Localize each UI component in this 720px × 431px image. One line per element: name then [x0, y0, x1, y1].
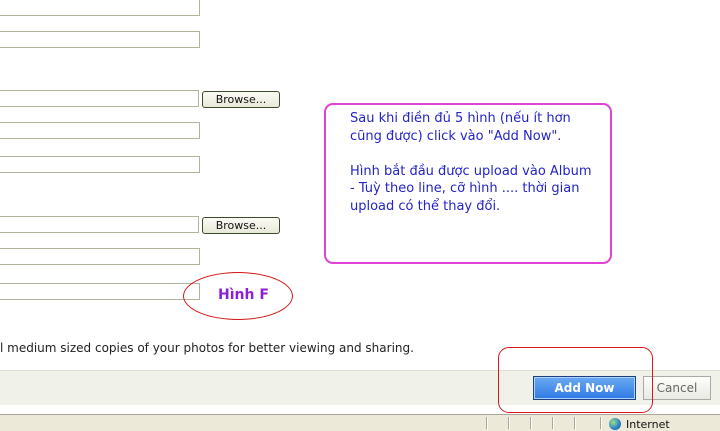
caption-field-2[interactable]: [0, 31, 200, 48]
instruction-callout: Sau khi điền đủ 5 hình (nếu ít hơn cũng …: [324, 103, 612, 264]
file-path-field-2[interactable]: [0, 216, 199, 233]
caption-field-3[interactable]: [0, 122, 200, 139]
globe-icon: [609, 418, 621, 430]
security-zone-label: Internet: [626, 418, 670, 431]
browse-button-2[interactable]: Browse...: [202, 217, 280, 234]
callout-paragraph-2: Hình bắt đầu được upload vào Album - Tuỳ…: [350, 163, 592, 214]
caption-field-5[interactable]: [0, 248, 200, 265]
annotation-label: Hình F: [218, 287, 269, 303]
browse-button-1[interactable]: Browse...: [202, 91, 280, 108]
callout-paragraph-1: Sau khi điền đủ 5 hình (nếu ít hơn cũng …: [350, 111, 571, 144]
file-path-field-1[interactable]: [0, 90, 199, 107]
caption-field-4[interactable]: [0, 156, 200, 173]
resize-note: l medium sized copies of your photos for…: [0, 341, 414, 355]
caption-field-1[interactable]: [0, 0, 200, 16]
annotation-highlight: [498, 347, 653, 413]
cancel-button[interactable]: Cancel: [643, 376, 711, 400]
caption-field-6[interactable]: [0, 283, 200, 300]
